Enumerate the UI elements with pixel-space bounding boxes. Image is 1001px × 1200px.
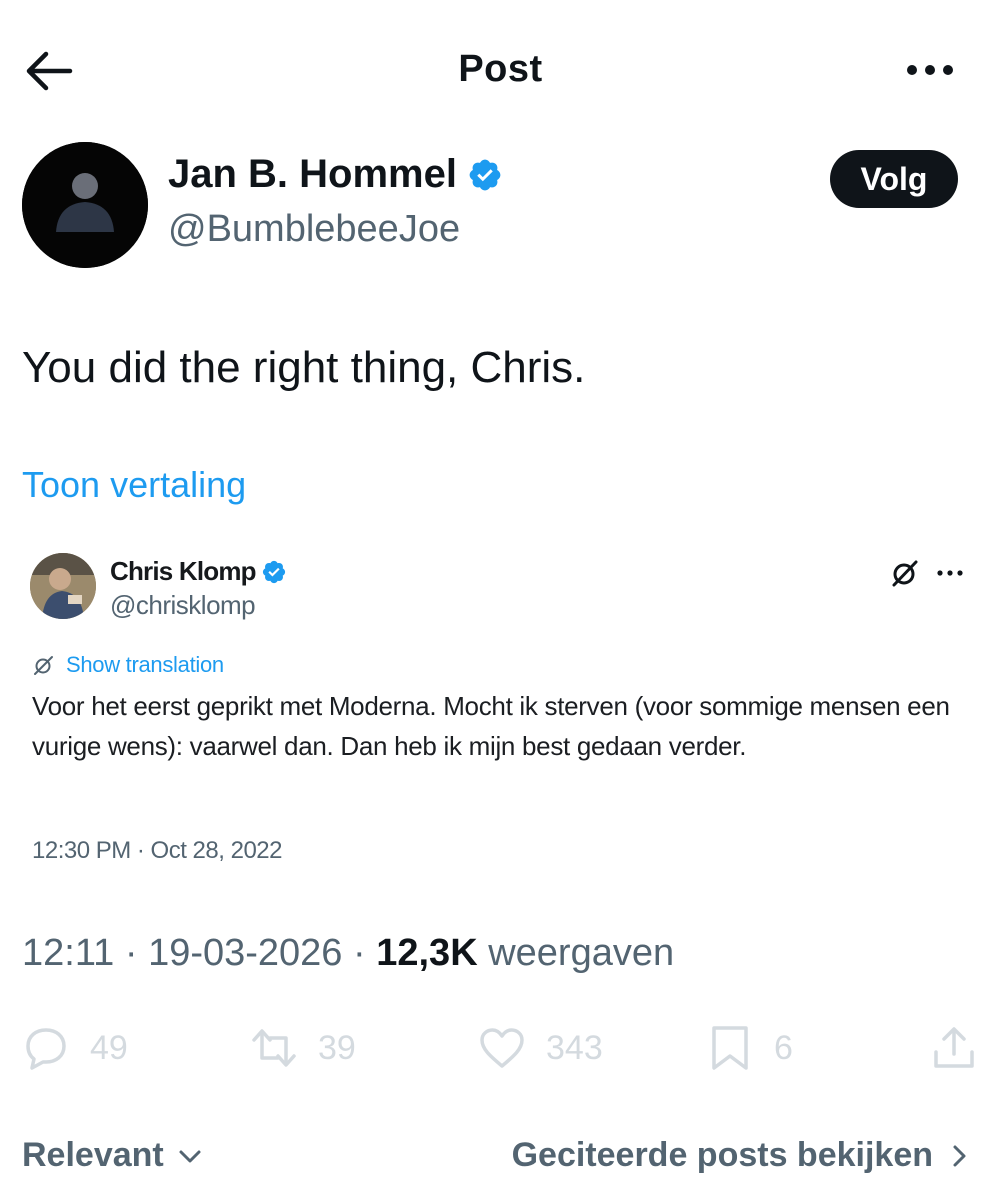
post-meta: 12:11 · 19-03-2026 · 12,3K weergaven (22, 932, 674, 975)
more-horizontal-icon (907, 65, 953, 75)
reply-count: 49 (90, 1028, 128, 1067)
separator: · (124, 932, 138, 974)
repost-button[interactable]: 39 (250, 1024, 356, 1072)
verified-badge-icon (262, 560, 285, 583)
author-avatar[interactable] (22, 142, 148, 268)
more-horizontal-icon[interactable] (934, 566, 966, 580)
post-text: You did the right thing, Chris. (22, 343, 586, 392)
quoted-author-name-row: Chris Klomp (110, 556, 287, 587)
repost-count: 39 (318, 1028, 356, 1067)
page-title: Post (458, 48, 543, 90)
avatar-image (30, 553, 96, 619)
heart-icon (480, 1028, 524, 1068)
quoted-translate-link[interactable]: Show translation (32, 652, 224, 678)
like-button[interactable]: 343 (478, 1024, 603, 1072)
bookmark-button[interactable]: 6 (706, 1024, 793, 1072)
quoted-timestamp[interactable]: 12:30 PM · Oct 28, 2022 (32, 837, 282, 865)
top-bar: Post (0, 0, 1001, 140)
avatar-image (22, 142, 148, 268)
author-name-row: Jan B. Hommel (168, 152, 503, 197)
reply-icon (26, 1028, 66, 1070)
chevron-down-icon (179, 1150, 201, 1162)
sort-label: Relevant (22, 1136, 164, 1174)
share-button[interactable] (930, 1024, 978, 1072)
sort-replies-dropdown[interactable]: Relevant (22, 1136, 204, 1175)
follow-button[interactable]: Volg (830, 150, 958, 208)
more-options-button[interactable] (900, 55, 960, 85)
quoted-author-avatar[interactable] (30, 553, 96, 619)
separator: · (353, 932, 366, 974)
bookmark-icon (712, 1026, 748, 1070)
views-label: weergaven (488, 932, 675, 974)
chevron-right-icon (953, 1145, 966, 1166)
share-icon (934, 1027, 974, 1068)
bookmark-count: 6 (774, 1028, 793, 1067)
translate-link[interactable]: Toon vertaling (22, 464, 246, 506)
reply-button[interactable]: 49 (22, 1024, 128, 1072)
post-date[interactable]: 19-03-2026 (148, 932, 342, 974)
quoted-translate-label: Show translation (66, 652, 224, 677)
post-time[interactable]: 12:11 (22, 932, 114, 974)
repost-icon (252, 1029, 296, 1067)
author-handle[interactable]: @BumblebeeJoe (168, 208, 460, 251)
views-count: 12,3K (376, 932, 478, 974)
quoted-post-text: Voor het eerst geprikt met Moderna. Moch… (32, 691, 950, 761)
quote-posts-link[interactable]: Geciteerde posts bekijken (512, 1136, 973, 1175)
author-name[interactable]: Jan B. Hommel (168, 152, 457, 197)
quoted-author-handle[interactable]: @chrisklomp (110, 590, 256, 621)
quote-posts-label: Geciteerde posts bekijken (511, 1136, 933, 1174)
grok-icon[interactable] (889, 557, 921, 589)
grok-icon (34, 656, 53, 675)
quoted-author-name[interactable]: Chris Klomp (110, 556, 257, 587)
verified-badge-icon (469, 159, 501, 190)
like-count: 343 (546, 1028, 603, 1067)
